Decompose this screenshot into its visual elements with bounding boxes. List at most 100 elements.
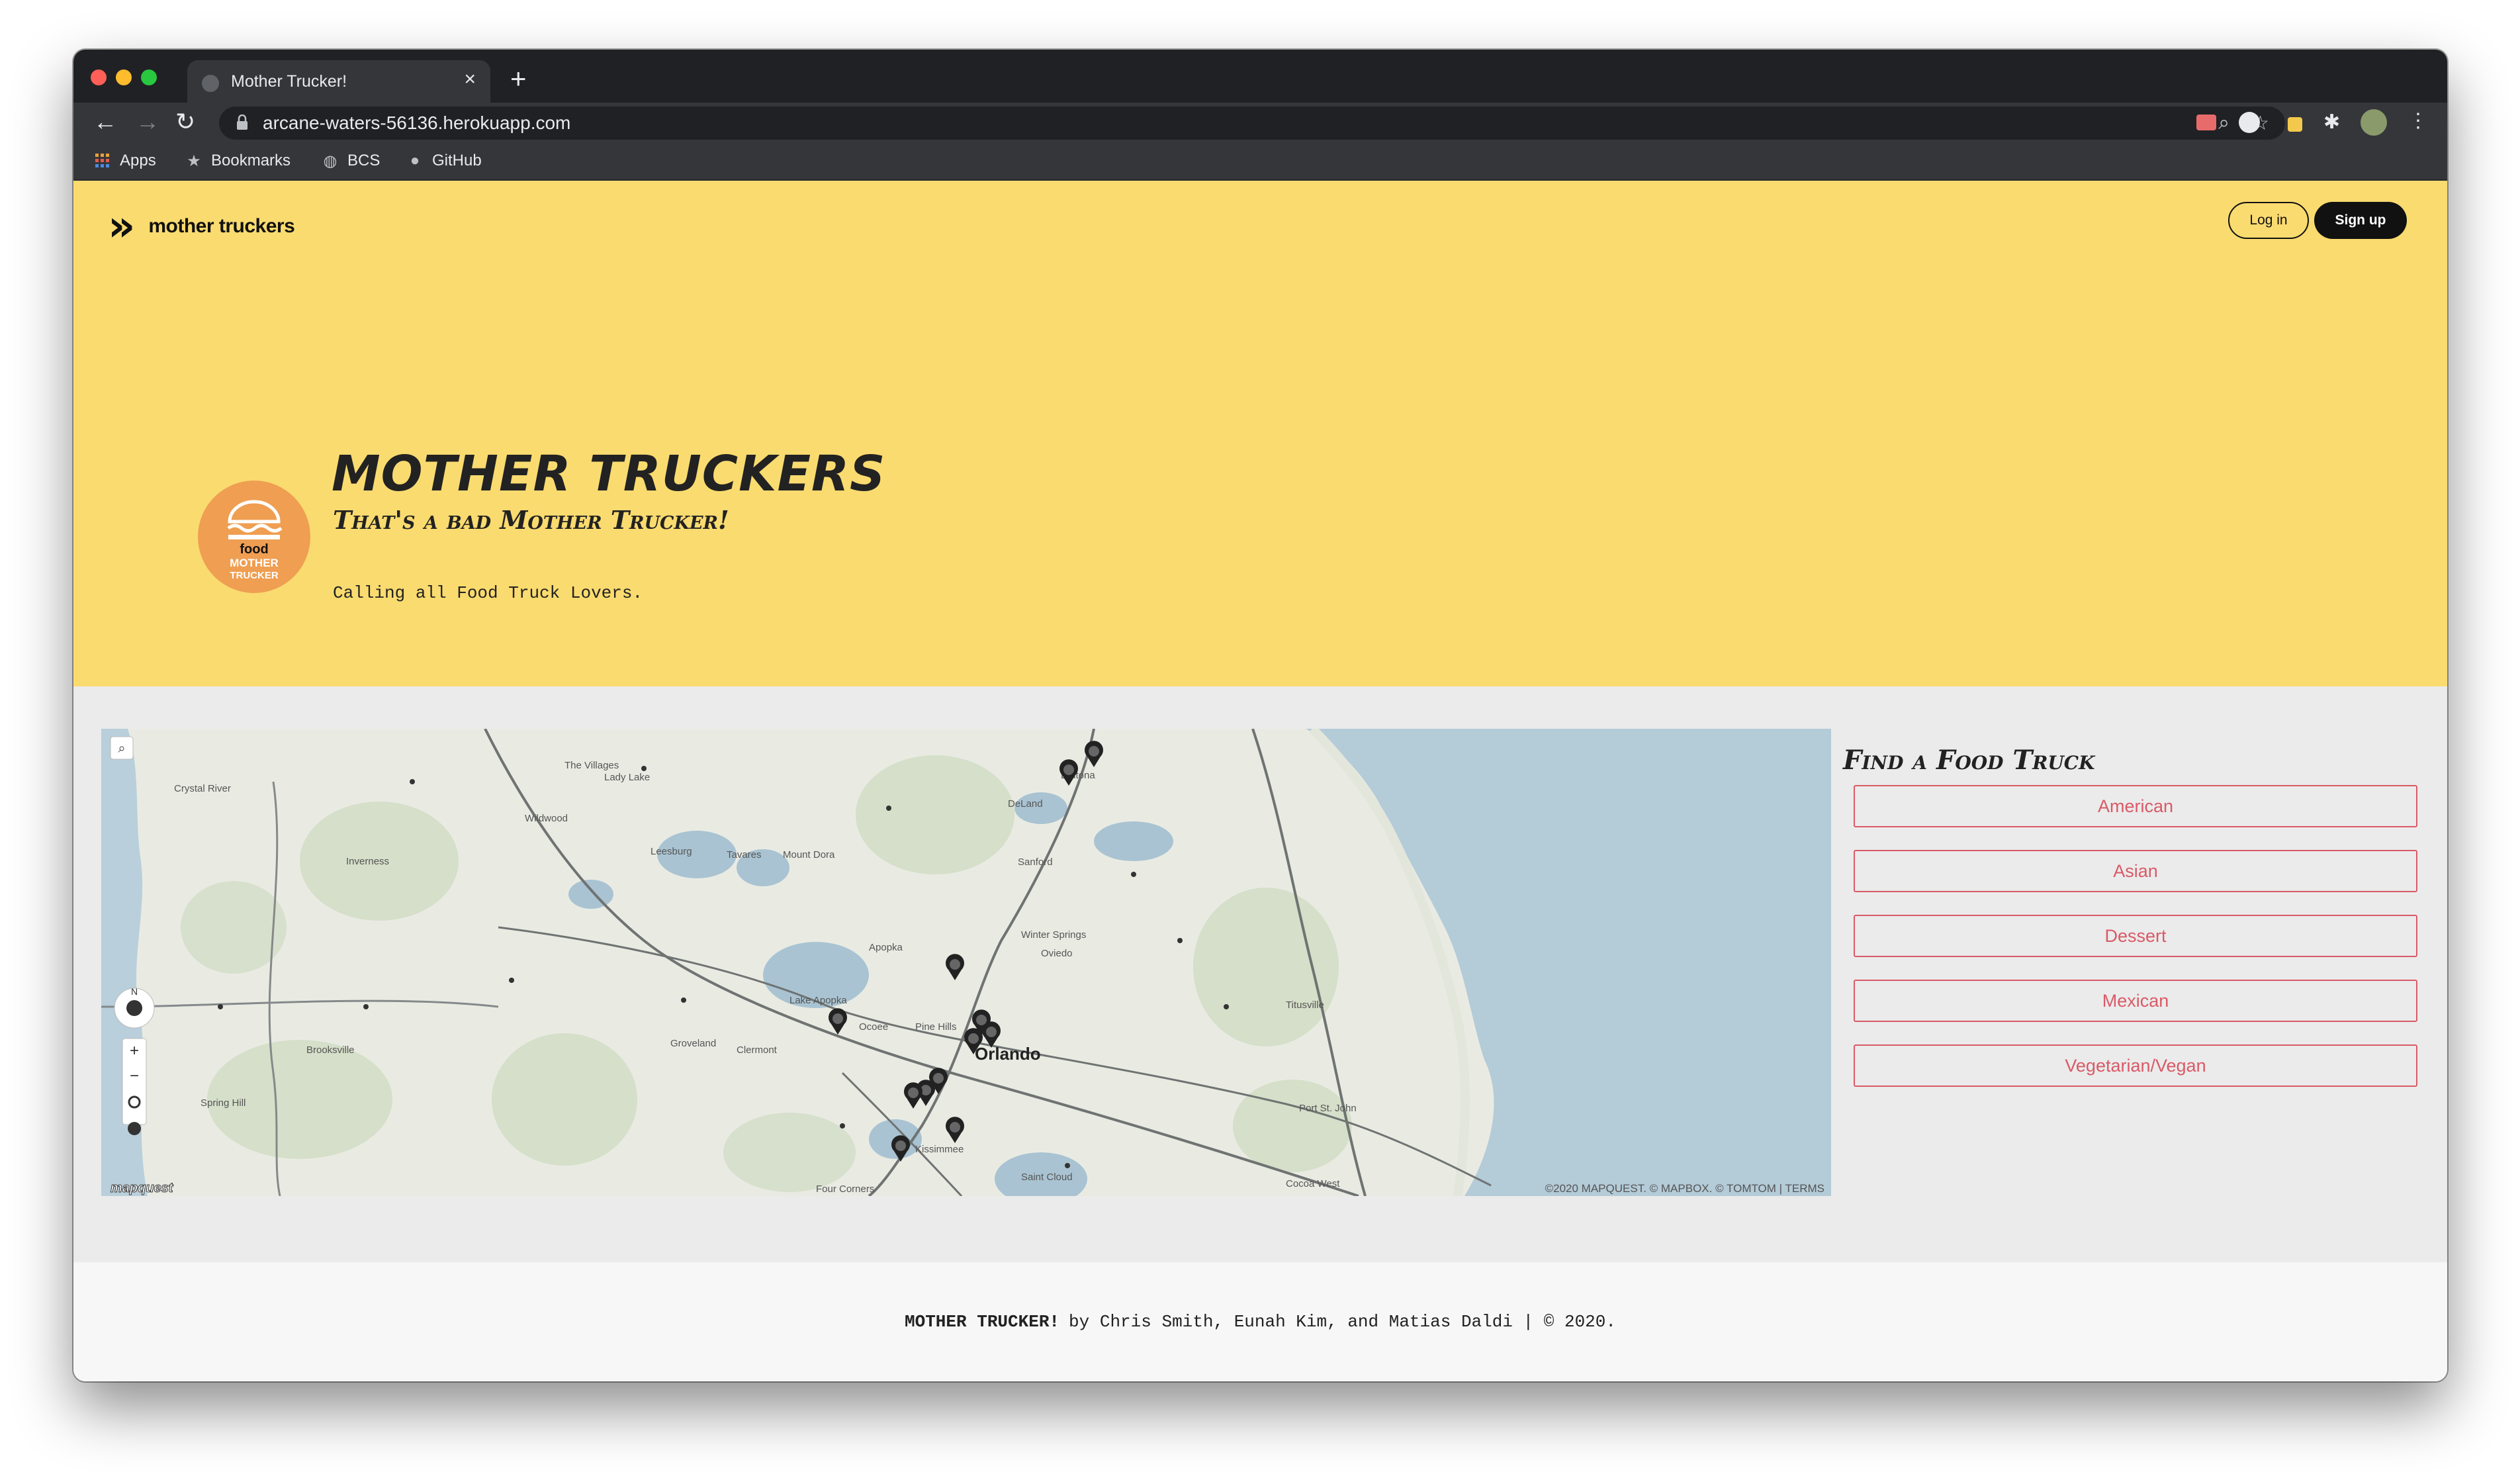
hero-section: » mother truckers Log in Sign up food MO…: [73, 181, 2447, 686]
login-button[interactable]: Log in: [2228, 202, 2309, 239]
town-dot: [886, 806, 891, 811]
town-dot: [1177, 938, 1183, 943]
map-canvas[interactable]: The VillagesLady Lake Leesburg Tavares Moun…: [101, 729, 1831, 1196]
maximize-window-button[interactable]: [141, 69, 157, 85]
food-truck-map[interactable]: The Villages Lady Lake Leesburg Tavares Moun…: [101, 729, 1831, 1196]
finder-section: The Villages Lady Lake Leesburg Tavares Moun…: [73, 686, 2447, 1262]
hero-subtitle: That's a bad Mother Trucker!: [333, 505, 729, 535]
bookmarks-bar: Apps ★ Bookmarks ◍ BCS ● GitHub: [73, 142, 2447, 181]
finder-title: Find a Food Truck: [1843, 745, 2095, 776]
map-place-label: The Villages: [564, 760, 619, 771]
town-dot: [1224, 1004, 1229, 1009]
category-american-button[interactable]: American: [1854, 785, 2417, 827]
page-content: » mother truckers Log in Sign up food MO…: [73, 181, 2447, 1381]
bookmark-label: Bookmarks: [211, 152, 291, 169]
compass-north: N: [131, 986, 138, 997]
burger-icon: food MOTHER TRUCKER: [227, 500, 283, 581]
zoom-out-button: −: [130, 1067, 139, 1085]
map-place-label: Winter Springs: [1021, 929, 1086, 941]
footer-credits: by Chris Smith, Eunah Kim, and Matias Da…: [1069, 1312, 1616, 1332]
map-place-label: Pine Hills: [915, 1021, 957, 1033]
map-place-label: Kissimmee: [915, 1144, 964, 1155]
bookmark-apps[interactable]: Apps: [93, 152, 156, 170]
map-place-label: Port St. John: [1299, 1103, 1357, 1114]
logo-mother-text: MOTHER: [230, 557, 279, 569]
lock-icon: [237, 115, 248, 130]
globe-layer-icon: [128, 1122, 141, 1135]
food-truck-finder: Find a Food Truck American Asian Dessert…: [1842, 745, 2424, 1109]
github-icon: ●: [410, 152, 420, 169]
apps-grid-icon: [93, 152, 112, 170]
category-vegetarian-button[interactable]: Vegetarian/Vegan: [1854, 1044, 2417, 1087]
back-icon[interactable]: ←: [93, 108, 117, 136]
town-dot: [410, 779, 415, 784]
address-bar[interactable]: arcane-waters-56136.herokuapp.com ⌕ ☆: [219, 107, 2285, 140]
signup-button[interactable]: Sign up: [2314, 202, 2407, 239]
category-mexican-button[interactable]: Mexican: [1854, 980, 2417, 1022]
map-city-orlando: Orlando: [975, 1044, 1041, 1064]
map-place-label: Wildwood: [525, 813, 568, 824]
menu-dots-icon[interactable]: ⋮: [2408, 109, 2428, 132]
new-tab-button[interactable]: +: [510, 63, 527, 95]
town-dot: [840, 1123, 845, 1129]
map-place-label: Leesburg: [651, 846, 692, 857]
close-window-button[interactable]: [91, 69, 107, 85]
map-place-label: Clermont: [737, 1044, 778, 1056]
map-place-label: Tavares: [727, 849, 762, 860]
footer: MOTHER TRUCKER! by Chris Smith, Eunah Ki…: [73, 1262, 2447, 1381]
reload-icon[interactable]: ↻: [175, 108, 195, 136]
map-place-label: Groveland: [670, 1038, 716, 1049]
map-place-label: Inverness: [346, 856, 389, 867]
map-place-label: Lady Lake: [604, 772, 650, 783]
extension-circle-icon[interactable]: [2239, 112, 2260, 133]
tab-title: Mother Trucker!: [231, 71, 347, 91]
town-dot: [363, 1004, 369, 1009]
browser-window: Mother Trucker! × + ← → ↻ arcane-waters-…: [73, 50, 2447, 1381]
map-place-label: Lake Apopka: [789, 995, 847, 1006]
browser-tab[interactable]: Mother Trucker! ×: [187, 60, 490, 103]
town-dot: [1065, 1163, 1070, 1168]
hero-title: MOTHER TRUCKERS: [332, 445, 886, 502]
brand-link[interactable]: » mother truckers: [108, 202, 295, 251]
map-place-label: Oviedo: [1041, 948, 1073, 959]
globe-icon: ◍: [323, 152, 338, 170]
town-dot: [1131, 872, 1136, 877]
town-dot: [641, 766, 647, 771]
puzzle-icon[interactable]: ✱: [2323, 111, 2340, 134]
avatar[interactable]: [2361, 109, 2387, 136]
brand-name: mother truckers: [148, 215, 295, 237]
town-dot: [509, 978, 514, 983]
hero-tagline: Calling all Food Truck Lovers.: [333, 583, 643, 603]
bookmark-github[interactable]: ● GitHub: [406, 152, 482, 170]
town-dot: [218, 1004, 223, 1009]
bookmark-bcs[interactable]: ◍ BCS: [321, 152, 381, 170]
category-asian-button[interactable]: Asian: [1854, 850, 2417, 892]
chevrons-logo-icon: »: [108, 202, 136, 251]
bookmark-label: Apps: [120, 152, 156, 169]
map-search-icon: ⌕: [118, 740, 125, 756]
zoom-icon[interactable]: ⌕: [2218, 112, 2229, 134]
map-place-label: Sanford: [1018, 856, 1053, 868]
close-tab-icon[interactable]: ×: [464, 68, 476, 91]
map-place-label: Titusville: [1286, 999, 1324, 1011]
mapquest-logo: mapquest: [111, 1181, 174, 1195]
map-place-label: DeLand: [1008, 798, 1043, 809]
tab-strip: Mother Trucker! × +: [73, 50, 2447, 103]
map-place-label: Crystal River: [174, 783, 231, 794]
url-text: arcane-waters-56136.herokuapp.com: [263, 113, 571, 133]
category-dessert-button[interactable]: Dessert: [1854, 915, 2417, 957]
bookmark-label: GitHub: [432, 152, 482, 169]
map-place-label: Four Corners: [816, 1183, 874, 1195]
extension-icon[interactable]: [2196, 115, 2216, 130]
bookmark-bookmarks[interactable]: ★ Bookmarks: [185, 152, 291, 170]
logo-trucker-text: TRUCKER: [230, 570, 278, 581]
map-place-label: Brooksville: [306, 1044, 355, 1056]
extension-note-icon[interactable]: [2288, 117, 2302, 132]
map-place-label: Saint Cloud: [1021, 1172, 1073, 1183]
map-attribution: ©2020 MAPQUEST. © MAPBOX. © TOMTOM | TER…: [1545, 1182, 1824, 1195]
minimize-window-button[interactable]: [116, 69, 132, 85]
bookmark-label: BCS: [347, 152, 381, 169]
forward-icon[interactable]: →: [136, 108, 159, 136]
map-place-label: Cocoa West: [1286, 1178, 1340, 1189]
mother-trucker-logo: food MOTHER TRUCKER: [198, 481, 310, 593]
